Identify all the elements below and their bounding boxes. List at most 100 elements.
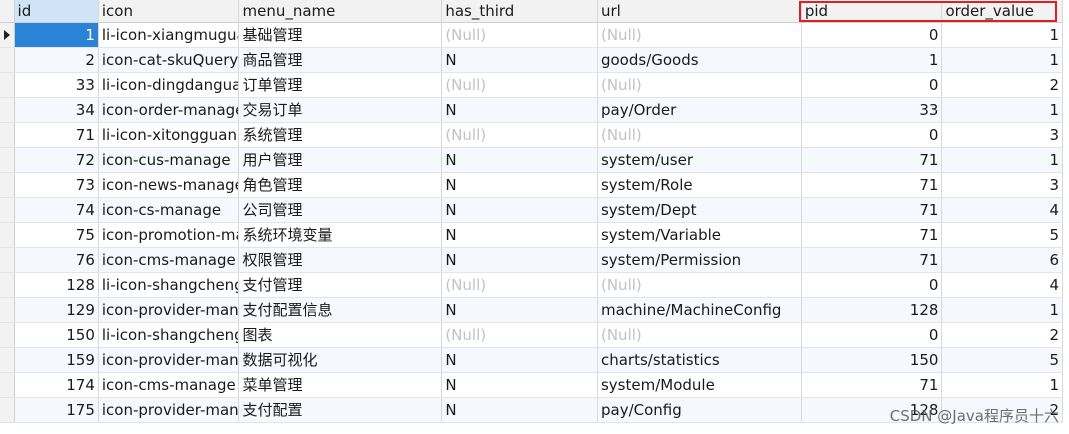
cell-id[interactable]: 71 (14, 122, 99, 148)
cell-id[interactable]: 1 (14, 22, 99, 48)
cell-id[interactable]: 76 (14, 247, 99, 273)
cell-menu-name[interactable]: 基础管理 (238, 22, 443, 48)
cell-url[interactable]: system/Role (597, 172, 802, 198)
cell-menu-name[interactable]: 商品管理 (238, 47, 443, 73)
cell-has-third[interactable]: N (441, 347, 598, 373)
table-row[interactable]: 75icon-promotion-manage系统环境变量Nsystem/Var… (0, 222, 1063, 248)
cell-icon[interactable]: icon-provider-manage (98, 297, 240, 323)
cell-id[interactable]: 72 (14, 147, 99, 173)
cell-icon[interactable]: icon-provider-manage (98, 397, 240, 423)
cell-order-value[interactable]: 1 (941, 97, 1063, 123)
cell-url[interactable]: pay/Order (597, 97, 802, 123)
row-selector[interactable] (0, 72, 15, 98)
cell-order-value[interactable]: 3 (941, 172, 1063, 198)
cell-menu-name[interactable]: 订单管理 (238, 72, 443, 98)
cell-id[interactable]: 34 (14, 97, 99, 123)
row-selector[interactable] (0, 247, 15, 273)
cell-pid[interactable]: 71 (801, 197, 943, 223)
cell-menu-name[interactable]: 支付配置信息 (238, 297, 443, 323)
cell-order-value[interactable]: 3 (941, 122, 1063, 148)
cell-order-value[interactable]: 1 (941, 147, 1063, 173)
cell-url[interactable]: system/Permission (597, 247, 802, 273)
cell-order-value[interactable]: 1 (941, 297, 1063, 323)
row-selector[interactable] (0, 97, 15, 123)
row-selector[interactable] (0, 322, 15, 348)
cell-icon[interactable]: icon-promotion-manage (98, 222, 240, 248)
cell-has-third[interactable]: (Null) (441, 22, 598, 48)
cell-url[interactable]: (Null) (597, 272, 802, 298)
cell-order-value[interactable]: 5 (941, 222, 1063, 248)
cell-order-value[interactable]: 1 (941, 22, 1063, 48)
cell-has-third[interactable]: N (441, 247, 598, 273)
cell-url[interactable]: (Null) (597, 72, 802, 98)
table-row[interactable]: 73 icon-news-manage 角色管理 Nsystem/Role 71 3 (0, 172, 1063, 198)
table-row[interactable]: 76 icon-cms-manage 权限管理 Nsystem/Permission 7… (0, 247, 1063, 273)
cell-menu-name[interactable]: 图表 (238, 322, 443, 348)
cell-order-value[interactable]: 2 (941, 322, 1063, 348)
cell-has-third[interactable]: (Null) (441, 122, 598, 148)
cell-url[interactable]: system/user (597, 147, 802, 173)
cell-menu-name[interactable]: 公司管理 (238, 197, 443, 223)
table-row[interactable]: 128li-icon-shangchengxitong支付管理(Null)(Nu… (0, 272, 1063, 298)
column-header-menu-name[interactable]: menu_name (238, 0, 443, 23)
cell-pid[interactable]: 71 (801, 247, 943, 273)
cell-icon[interactable]: li-icon-xitongguanli (98, 122, 240, 148)
cell-id[interactable]: 73 (14, 172, 99, 198)
cell-pid[interactable]: 150 (801, 347, 943, 373)
cell-order-value[interactable]: 4 (941, 197, 1063, 223)
cell-has-third[interactable]: N (441, 297, 598, 323)
table-row[interactable]: 33li-icon-dingdanguanli订单管理(Null)(Null)0… (0, 72, 1063, 98)
cell-url[interactable]: system/Variable (597, 222, 802, 248)
cell-has-third[interactable]: N (441, 47, 598, 73)
cell-icon[interactable]: li-icon-xiangmuguanli (98, 22, 240, 48)
table-row[interactable]: 174 icon-cms-manage 菜单管理 Nsystem/Module 71 1 (0, 372, 1063, 398)
cell-order-value[interactable]: 6 (941, 247, 1063, 273)
cell-icon[interactable]: icon-order-manage (98, 97, 240, 123)
cell-pid[interactable]: 71 (801, 372, 943, 398)
cell-order-value[interactable]: 1 (941, 372, 1063, 398)
table-row[interactable]: 2 icon-cat-skuQuery 商品管理 Ngoods/Goods 1 1 (0, 47, 1063, 73)
cell-menu-name[interactable]: 数据可视化 (238, 347, 443, 373)
table-row[interactable]: 71 li-icon-xitongguanli 系统管理 (Null) (Null) 0 3 (0, 122, 1063, 148)
cell-url[interactable]: charts/statistics (597, 347, 802, 373)
cell-icon[interactable]: icon-cus-manage (98, 147, 240, 173)
row-header-corner[interactable] (0, 0, 15, 23)
cell-has-third[interactable]: N (441, 147, 598, 173)
cell-order-value[interactable]: 5 (941, 347, 1063, 373)
table-row[interactable]: 159icon-provider-manage数据可视化Ncharts/stat… (0, 347, 1063, 373)
table-row[interactable]: 150li-icon-shangchengxitong图表(Null)(Null… (0, 322, 1063, 348)
row-selector[interactable] (0, 297, 15, 323)
cell-pid[interactable]: 71 (801, 147, 943, 173)
cell-order-value[interactable]: 2 (941, 72, 1063, 98)
cell-url[interactable]: machine/MachineConfig (597, 297, 802, 323)
cell-has-third[interactable]: N (441, 222, 598, 248)
cell-id[interactable]: 2 (14, 47, 99, 73)
column-header-id[interactable]: id (14, 0, 99, 23)
cell-icon[interactable]: icon-cms-manage (98, 247, 240, 273)
row-selector[interactable] (0, 147, 15, 173)
cell-icon[interactable]: li-icon-shangchengxitong (98, 272, 240, 298)
cell-id[interactable]: 174 (14, 372, 99, 398)
cell-id[interactable]: 175 (14, 397, 99, 423)
cell-id[interactable]: 159 (14, 347, 99, 373)
cell-order-value[interactable]: 4 (941, 272, 1063, 298)
cell-pid[interactable]: 71 (801, 222, 943, 248)
cell-url[interactable]: pay/Config (597, 397, 802, 423)
cell-id[interactable]: 75 (14, 222, 99, 248)
cell-has-third[interactable]: (Null) (441, 322, 598, 348)
cell-url[interactable]: (Null) (597, 22, 802, 48)
cell-has-third[interactable]: (Null) (441, 72, 598, 98)
cell-pid[interactable]: 0 (801, 122, 943, 148)
cell-has-third[interactable]: N (441, 397, 598, 423)
table-row[interactable]: 129icon-provider-manage支付配置信息Nmachine/Ma… (0, 297, 1063, 323)
cell-icon[interactable]: icon-provider-manage (98, 347, 240, 373)
row-selector[interactable] (0, 122, 15, 148)
cell-id[interactable]: 129 (14, 297, 99, 323)
cell-url[interactable]: (Null) (597, 322, 802, 348)
table-row[interactable]: 72 icon-cus-manage 用户管理 Nsystem/user 71 1 (0, 147, 1063, 173)
column-header-url[interactable]: url (597, 0, 802, 23)
cell-icon[interactable]: icon-news-manage (98, 172, 240, 198)
cell-has-third[interactable]: (Null) (441, 272, 598, 298)
cell-id[interactable]: 74 (14, 197, 99, 223)
cell-url[interactable]: goods/Goods (597, 47, 802, 73)
